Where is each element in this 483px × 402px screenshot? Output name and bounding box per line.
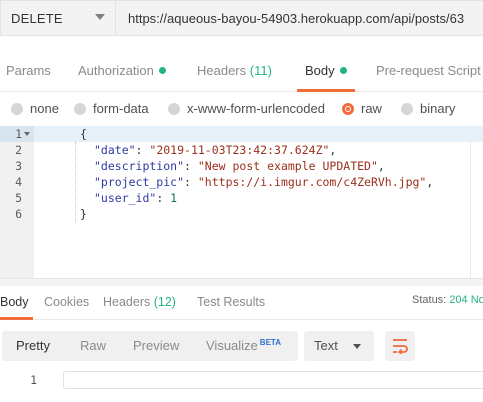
tab-headers-label: Headers [197, 63, 247, 78]
format-raw-button[interactable]: Raw [80, 331, 106, 361]
radio-form-data-label: form-data [93, 101, 149, 116]
format-preview-label: Preview [133, 338, 180, 353]
response-tab-body[interactable]: Body [0, 286, 33, 320]
code-line-close: } [80, 206, 87, 222]
radio-none-label: none [30, 101, 59, 116]
response-tabs: Body Cookies Headers (12) Test Results S… [0, 286, 483, 320]
language-label: Text [314, 338, 338, 353]
line-number: 1 [15, 127, 22, 141]
code-line-field: "description": "New post example UPDATED… [94, 159, 385, 173]
radio-raw[interactable]: raw [342, 101, 382, 116]
response-format-group: Pretty Raw Preview Visualize BETA [2, 331, 298, 361]
radio-urlencoded-label: x-www-form-urlencoded [187, 101, 325, 116]
url-input[interactable]: https://aqueous-bayou-54903.herokuapp.co… [116, 0, 483, 36]
status-value[interactable]: 204 No [449, 294, 483, 306]
response-tab-cookies-label: Cookies [44, 295, 90, 309]
code-line-open: { [80, 126, 87, 142]
tab-body-label: Body [305, 63, 335, 78]
line-number: 5 [15, 191, 22, 205]
tab-headers[interactable]: Headers (11) [197, 56, 272, 92]
radio-selected-icon [342, 102, 354, 115]
json-brace-open: { [80, 127, 87, 141]
pane-divider[interactable] [0, 278, 483, 286]
response-body-viewer[interactable] [63, 371, 483, 389]
response-tab-body-label: Body [0, 295, 29, 309]
status-dot-icon [158, 67, 166, 75]
line-number: 3 [15, 159, 22, 173]
json-comma: , [426, 175, 434, 189]
wrap-lines-icon [393, 339, 408, 354]
tab-prerequest-label: Pre-request Script [376, 63, 481, 78]
radio-circle-icon [11, 102, 23, 115]
json-comma: , [377, 159, 385, 173]
tab-body[interactable]: Body [297, 56, 355, 92]
radio-circle-icon [401, 102, 413, 115]
tab-authorization-label: Authorization [78, 63, 154, 78]
beta-badge: BETA [259, 338, 281, 347]
editor-print-margin [470, 126, 471, 278]
request-body-editor[interactable]: 1 2 3 4 5 6 { "date": "2019-11-03T23:42:… [0, 126, 483, 278]
line-number: 2 [15, 143, 22, 157]
radio-binary[interactable]: binary [401, 101, 455, 116]
fold-caret-icon[interactable] [24, 132, 30, 136]
radio-circle-icon [168, 102, 180, 115]
method-label: DELETE [11, 10, 63, 26]
radio-none[interactable]: none [11, 101, 59, 116]
radio-urlencoded[interactable]: x-www-form-urlencoded [168, 101, 325, 116]
json-string-value: "New post example UPDATED" [197, 159, 378, 173]
caret-down-icon [95, 14, 105, 20]
language-select[interactable]: Text [304, 331, 374, 361]
tab-headers-count: (11) [249, 63, 272, 78]
tab-prerequest-script[interactable]: Pre-request Script [376, 56, 481, 92]
indent-guide [75, 142, 76, 222]
radio-circle-icon [74, 102, 86, 115]
response-tab-headers[interactable]: Headers (12) [103, 286, 176, 320]
response-tab-test-results-label: Test Results [197, 295, 266, 309]
response-line-number: 1 [30, 373, 37, 387]
status-label: Status: [412, 294, 447, 306]
json-string-value: "https://i.imgur.com/c4ZeRVh.jpg" [197, 175, 427, 189]
tab-params[interactable]: Params [6, 56, 51, 92]
radio-raw-label: raw [361, 101, 382, 116]
active-tab-indicator [297, 89, 355, 92]
active-tab-indicator [0, 317, 33, 320]
wrap-lines-button[interactable] [385, 331, 415, 361]
method-select[interactable]: DELETE [0, 0, 116, 36]
format-preview-button[interactable]: Preview [133, 331, 179, 361]
json-key: "description" [94, 159, 185, 173]
status-dot-icon [339, 67, 347, 75]
json-key: "user_id" [94, 191, 157, 205]
json-key: "date" [94, 143, 136, 157]
json-string-value: "2019-11-03T23:42:37.624Z" [149, 143, 330, 157]
code-line-field: "project_pic": "https://i.imgur.com/c4Ze… [94, 175, 434, 189]
response-tab-headers-label: Headers [103, 295, 151, 309]
url-text: https://aqueous-bayou-54903.herokuapp.co… [128, 10, 465, 26]
request-tabs: Params Authorization Headers (11) Body P… [0, 56, 483, 92]
tab-authorization[interactable]: Authorization [78, 56, 166, 92]
response-tab-headers-count: (12) [153, 295, 176, 309]
active-line-highlight [0, 126, 483, 142]
line-number: 6 [15, 207, 22, 221]
code-line-field: "date": "2019-11-03T23:42:37.624Z", [94, 143, 337, 157]
body-type-options: none form-data x-www-form-urlencoded raw… [0, 96, 483, 122]
line-number: 4 [15, 175, 22, 189]
format-visualize-label: Visualize [206, 338, 258, 353]
response-tab-cookies[interactable]: Cookies [44, 286, 89, 320]
code-line-field: "user_id": 1 [94, 191, 178, 205]
format-visualize-button[interactable]: Visualize BETA [206, 331, 281, 361]
radio-binary-label: binary [420, 101, 456, 116]
format-raw-label: Raw [80, 338, 107, 353]
response-tab-test-results[interactable]: Test Results [197, 286, 265, 320]
tab-params-label: Params [6, 63, 51, 78]
response-status: Status: 204 No [412, 286, 483, 314]
caret-down-icon [353, 344, 361, 349]
json-brace-close: } [80, 207, 87, 221]
format-pretty-button[interactable]: Pretty [16, 331, 50, 361]
json-key: "project_pic" [94, 175, 185, 189]
json-comma: , [329, 143, 337, 157]
radio-form-data[interactable]: form-data [74, 101, 149, 116]
json-number-value: 1 [170, 191, 178, 205]
format-pretty-label: Pretty [16, 338, 50, 353]
